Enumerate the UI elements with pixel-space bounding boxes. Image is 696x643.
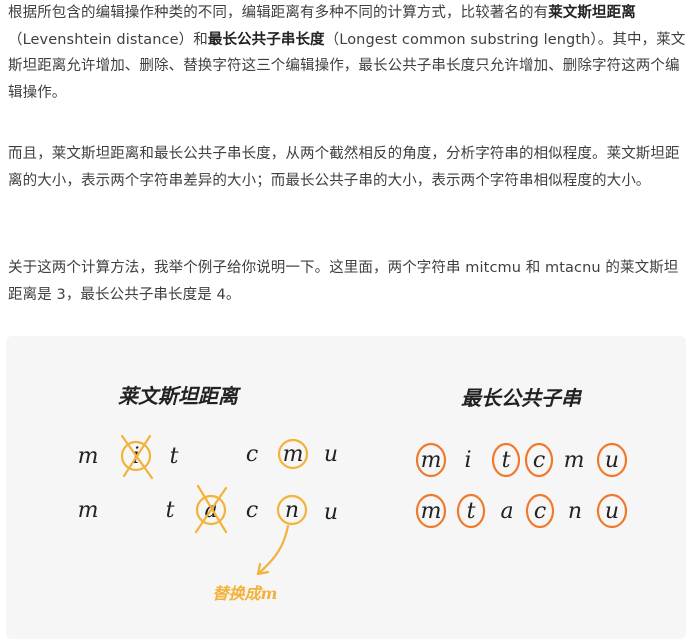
right-r2-char-4: c [534, 499, 546, 524]
left-r2-char-4: c [246, 498, 258, 523]
right-r2-char-2: t [467, 499, 476, 524]
right-r1-char-1: m [421, 448, 442, 473]
left-r1-char-4: c [246, 442, 258, 467]
paragraph-example: 关于这两个计算方法，我举个例子给你说明一下。这里面，两个字符串 mitcmu 和… [8, 260, 679, 303]
left-r2-char-6: u [324, 500, 338, 525]
left-r2-char-5: n [285, 498, 299, 523]
paragraph-intro: 根据所包含的编辑操作种类的不同，编辑距离有多种不同的计算方式，比较著名的有莱文斯… [8, 0, 688, 106]
left-r1-char-3: t [170, 444, 179, 469]
right-r1-char-2: i [464, 448, 471, 473]
right-r1-char-6: u [605, 448, 619, 473]
left-r1-char-6: u [324, 442, 338, 467]
left-title: 莱文斯坦距离 [118, 384, 241, 408]
right-r2-char-5: n [568, 499, 582, 524]
right-title: 最长公共子串 [461, 386, 583, 410]
right-r1-char-4: c [533, 448, 545, 473]
intro-text-a: 根据所包含的编辑操作种类的不同，编辑距离有多种不同的计算方式，比较著名的有 [8, 5, 549, 21]
right-r2-char-6: u [605, 499, 619, 524]
right-common-marks [415, 442, 628, 529]
edit-distance-illustration: 莱文斯坦距离 最长公共子串 m i t c m u m t a c n u 替换… [6, 336, 686, 639]
paragraph-comparison: 而且，莱文斯坦距离和最长公共子串长度，从两个截然相反的角度，分析字符串的相似程度… [8, 146, 680, 189]
left-r1-char-1: m [78, 444, 99, 469]
substitute-arrow-line [256, 524, 290, 576]
intro-text-b: （Levenshtein distance）和 [8, 31, 208, 48]
term-lcs: 最长公共子串长度 [207, 31, 325, 48]
illustration-svg: 莱文斯坦距离 最长公共子串 m i t c m u m t a c n u 替换… [78, 384, 628, 603]
right-r1-char-3: t [502, 448, 511, 473]
right-r2-char-3: a [500, 499, 513, 524]
substitute-annotation: 替换成m [213, 584, 278, 603]
left-edit-marks [120, 434, 309, 576]
left-r2-char-1: m [78, 498, 99, 523]
right-r2-char-1: m [421, 499, 442, 524]
left-r2-char-2: t [166, 498, 175, 523]
left-r1-char-5: m [283, 442, 304, 467]
right-r1-char-5: m [564, 448, 585, 473]
term-levenshtein: 莱文斯坦距离 [548, 5, 636, 21]
